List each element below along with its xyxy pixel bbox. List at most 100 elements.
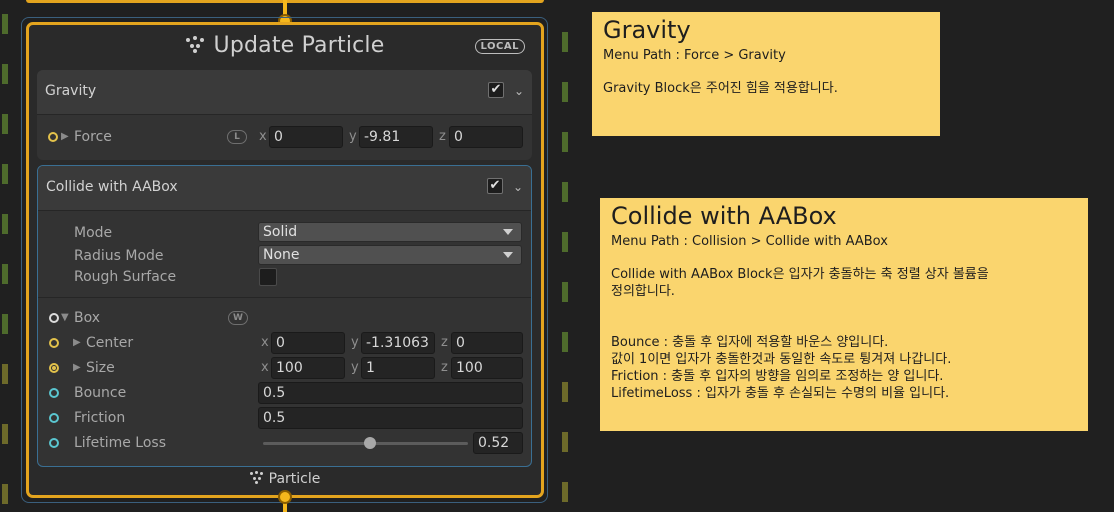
collide-block-header[interactable]: Collide with AABox ✔ ⌄ [38,166,531,211]
space-world-icon[interactable]: W [228,311,248,325]
collide-sticky-note[interactable]: Collide with AABox Menu Path : Collision… [600,198,1088,431]
particle-system-icon [249,471,264,484]
gravity-block-title: Gravity [45,83,97,99]
collide-block-title: Collide with AABox [46,179,178,195]
grid-stripe [562,82,568,102]
gravity-sticky-note[interactable]: Gravity Menu Path : Force > Gravity Grav… [592,12,940,136]
center-y-field[interactable]: -1.31063 [361,332,435,354]
grid-stripe [2,424,8,444]
size-z-field[interactable]: 100 [451,357,523,379]
grid-stripe [2,14,8,34]
axis-z-label: z [439,129,446,144]
size-y-field[interactable]: 1 [361,357,435,379]
box-input-port[interactable] [49,313,59,323]
radius-mode-value: None [263,247,300,263]
grid-stripe [2,114,8,134]
force-input-port[interactable] [48,132,58,142]
expand-triangle-icon[interactable]: ▶ [73,337,81,348]
mode-row: Mode Solid [38,222,531,244]
gravity-block-header[interactable]: Gravity ✔ ⌄ [37,70,532,115]
size-x-field[interactable]: 100 [271,357,345,379]
expand-triangle-icon[interactable]: ▶ [61,131,69,142]
collide-aabox-block[interactable]: Collide with AABox ✔ ⌄ Mode Solid Radius… [37,165,532,467]
radius-mode-dropdown[interactable]: None [258,245,522,265]
force-label: Force [74,129,112,145]
rough-surface-checkbox[interactable] [259,268,277,286]
grid-stripe [2,164,8,184]
lifetime-loss-slider-thumb[interactable] [363,437,376,449]
friction-row: Friction 0.5 [38,407,531,429]
axis-z-label: z [441,360,448,375]
axis-x-label: x [261,360,269,375]
dropdown-arrow-icon [503,229,513,235]
bounce-label: Bounce [74,385,127,401]
force-x-field[interactable]: 0 [269,126,343,148]
node-output-label: Particle [29,471,541,487]
box-row: ▼ Box W [38,307,531,329]
note-subtitle: Menu Path : Force > Gravity [603,48,786,63]
dropdown-arrow-icon [503,252,513,258]
lifetime-loss-input-port[interactable] [49,438,59,448]
collide-enabled-checkbox[interactable]: ✔ [487,178,503,194]
bounce-input-port[interactable] [49,388,59,398]
space-local-icon[interactable]: L [227,130,247,144]
axis-x-label: x [261,335,269,350]
grid-stripe [562,32,568,52]
mode-value: Solid [263,224,298,240]
mode-dropdown[interactable]: Solid [258,222,522,242]
update-particle-node[interactable]: Update Particle LOCAL Gravity ✔ ⌄ ▶ Forc… [26,22,544,498]
node-title: Update Particle [29,33,541,58]
node-title-text: Update Particle [213,33,385,58]
axis-y-label: y [351,360,359,375]
axis-z-label: z [441,335,448,350]
grid-stripe [2,264,8,284]
particle-system-icon [185,36,204,53]
grid-stripe [562,132,568,152]
force-z-field[interactable]: 0 [449,126,523,148]
bounce-row: Bounce 0.5 [38,382,531,404]
size-input-port[interactable] [49,363,59,373]
center-row: ▶ Center x 0 y -1.31063 z 0 [38,332,531,354]
center-z-field[interactable]: 0 [451,332,523,354]
rough-surface-row: Rough Surface [38,266,531,288]
mode-label: Mode [74,225,113,241]
axis-y-label: y [349,129,357,144]
size-row: ▶ Size x 100 y 1 z 100 [38,357,531,379]
grid-stripe [562,182,568,202]
chevron-down-icon[interactable]: ⌄ [514,84,524,98]
note-body: Collide with AABox Block은 입자가 충돌하는 축 정렬 … [611,267,989,401]
center-input-port[interactable] [49,338,59,348]
grid-stripe [2,484,8,504]
grid-stripe [562,332,568,352]
box-label: Box [74,310,101,326]
note-title: Collide with AABox [611,202,837,230]
bounce-field[interactable]: 0.5 [258,382,523,404]
gravity-enabled-checkbox[interactable]: ✔ [488,82,504,98]
force-y-field[interactable]: -9.81 [359,126,433,148]
chevron-down-icon[interactable]: ⌄ [513,180,523,194]
flow-output-port[interactable] [278,490,292,504]
grid-stripe [2,314,8,334]
space-local-badge[interactable]: LOCAL [474,39,525,54]
output-label-text: Particle [268,471,321,487]
lifetime-loss-row: Lifetime Loss 0.52 [38,432,531,454]
note-subtitle: Menu Path : Collision > Collide with AAB… [611,234,888,249]
lifetime-loss-field[interactable]: 0.52 [473,432,523,454]
center-x-field[interactable]: 0 [271,332,345,354]
grid-stripe [562,432,568,452]
center-label: Center [86,335,134,351]
friction-input-port[interactable] [49,413,59,423]
expand-triangle-icon[interactable]: ▶ [73,362,81,373]
grid-stripe [562,482,568,502]
section-divider [38,297,531,298]
collapse-triangle-icon[interactable]: ▼ [61,312,69,323]
grid-stripe [2,364,8,384]
friction-field[interactable]: 0.5 [258,407,523,429]
axis-y-label: y [351,335,359,350]
grid-stripe [2,64,8,84]
force-row: ▶ Force L x 0 y -9.81 z 0 [37,126,532,148]
note-title: Gravity [603,16,691,44]
radius-mode-row: Radius Mode None [38,245,531,267]
size-label: Size [86,360,115,376]
gravity-block[interactable]: Gravity ✔ ⌄ ▶ Force L x 0 y -9.81 z 0 [37,70,532,160]
